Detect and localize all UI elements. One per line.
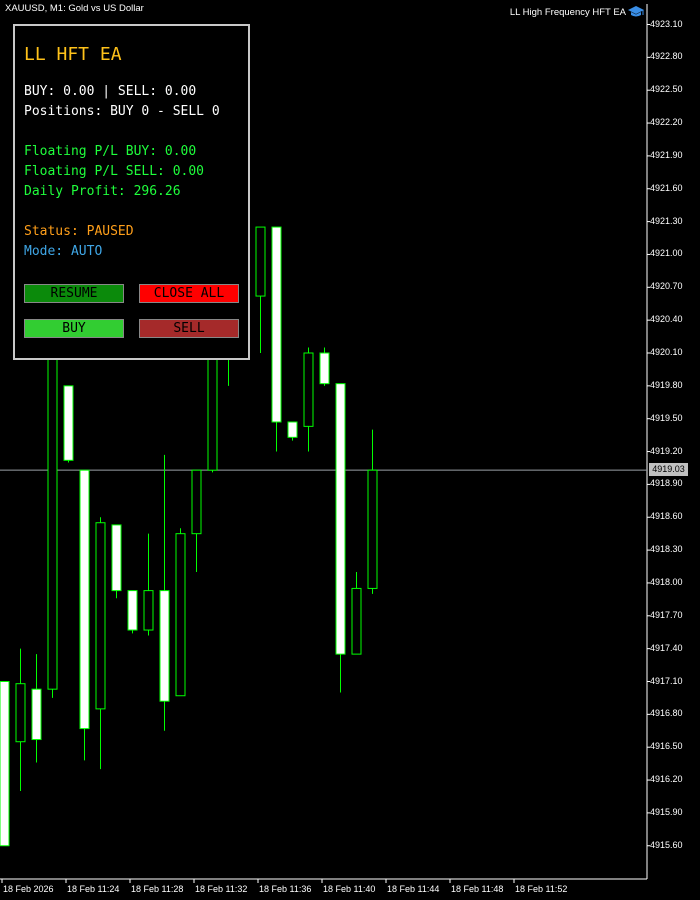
time-tick-label: 18 Feb 11:52	[515, 884, 568, 894]
daily-profit: Daily Profit: 296.26	[24, 184, 181, 199]
ea-control-panel: LL HFT EA BUY: 0.00 | SELL: 0.00 Positio…	[13, 24, 250, 360]
price-tick-label: 4915.90	[650, 806, 683, 817]
price-tick-label: 4921.00	[650, 248, 683, 259]
candle	[0, 681, 10, 847]
bear-candle-body	[335, 383, 346, 655]
price-tick-label: 4923.10	[650, 18, 683, 29]
bear-candle-body	[31, 688, 42, 741]
price-tick-label: 4922.50	[650, 84, 683, 95]
price-tick-label: 4922.80	[650, 51, 683, 62]
price-tick-label: 4918.60	[650, 511, 683, 522]
price-tick-label: 4917.70	[650, 609, 683, 620]
time-tick-label: 18 Feb 11:32	[195, 884, 248, 894]
panel-title: LL HFT EA	[24, 44, 122, 65]
bear-candle-body	[287, 421, 298, 438]
price-tick-label: 4918.00	[650, 576, 683, 587]
bull-candle-body	[175, 533, 186, 697]
bull-candle-body	[207, 352, 218, 471]
bull-candle-body	[95, 522, 106, 710]
bull-candle-body	[351, 587, 362, 655]
status-text: Status: PAUSED	[24, 224, 134, 239]
price-tick-label: 4920.40	[650, 314, 683, 325]
floating-pl-buy: Floating P/L BUY: 0.00	[24, 144, 197, 159]
candle	[319, 347, 330, 386]
time-tick-label: 18 Feb 11:36	[259, 884, 312, 894]
price-tick-label: 4921.90	[650, 149, 683, 160]
time-tick-label: 18 Feb 11:28	[131, 884, 184, 894]
bull-candle-body	[47, 352, 58, 690]
ea-name-label: LL High Frequency HFT EA	[509, 7, 626, 18]
current-price-label: 4919.03	[649, 463, 688, 476]
candle	[111, 524, 122, 599]
bull-candle-body	[367, 469, 378, 589]
bear-candle-body	[319, 352, 330, 385]
price-tick-label: 4919.20	[650, 445, 683, 456]
price-tick-label: 4918.90	[650, 478, 683, 489]
bear-candle-body	[79, 469, 90, 730]
bear-candle-body	[0, 681, 10, 847]
bear-candle-body	[63, 385, 74, 461]
time-tick-label: 18 Feb 2026	[3, 884, 54, 894]
price-tick-label: 4922.20	[650, 117, 683, 128]
time-tick-label: 18 Feb 11:44	[387, 884, 440, 894]
candle	[271, 226, 282, 452]
lots-line: BUY: 0.00 | SELL: 0.00	[24, 84, 197, 99]
bull-candle-body	[303, 352, 314, 427]
bear-candle-body	[127, 590, 138, 631]
sell-button[interactable]: SELL	[139, 319, 239, 338]
price-tick-label: 4920.70	[650, 281, 683, 292]
price-tick-label: 4916.80	[650, 708, 683, 719]
bull-candle-body	[191, 469, 202, 535]
floating-pl-sell: Floating P/L SELL: 0.00	[24, 164, 205, 179]
price-tick-label: 4919.80	[650, 379, 683, 390]
price-tick-label: 4916.20	[650, 774, 683, 785]
chart-symbol-title: XAUUSD, M1: Gold vs US Dollar	[5, 3, 144, 14]
price-tick-label: 4916.50	[650, 741, 683, 752]
positions-line: Positions: BUY 0 - SELL 0	[24, 104, 220, 119]
price-tick-label: 4921.30	[650, 215, 683, 226]
bear-candle-body	[111, 524, 122, 592]
time-tick-label: 18 Feb 11:24	[67, 884, 120, 894]
graduation-cap-icon[interactable]	[628, 6, 644, 18]
candle	[207, 347, 218, 473]
candle	[127, 590, 138, 634]
bear-candle-body	[159, 590, 170, 702]
candle	[79, 469, 90, 761]
candle	[47, 347, 58, 698]
time-tick-label: 18 Feb 11:40	[323, 884, 376, 894]
close-all-button[interactable]: CLOSE ALL	[139, 284, 239, 303]
candle	[175, 528, 186, 697]
candle	[63, 385, 74, 463]
price-tick-label: 4915.60	[650, 839, 683, 850]
buy-button[interactable]: BUY	[24, 319, 124, 338]
bull-candle-body	[255, 226, 266, 297]
price-tick-label: 4920.10	[650, 347, 683, 357]
mode-text: Mode: AUTO	[24, 244, 103, 259]
candle	[335, 383, 346, 693]
price-tick-label: 4917.40	[650, 642, 683, 653]
time-tick-label: 18 Feb 11:48	[451, 884, 504, 894]
bull-candle-body	[143, 590, 154, 631]
bear-candle-body	[271, 226, 282, 423]
price-tick-label: 4917.10	[650, 675, 683, 686]
candle	[287, 421, 298, 441]
resume-button[interactable]: RESUME	[24, 284, 124, 303]
price-tick-label: 4919.50	[650, 412, 683, 423]
price-tick-label: 4921.60	[650, 182, 683, 193]
bull-candle-body	[15, 683, 26, 743]
price-tick-label: 4918.30	[650, 544, 683, 555]
